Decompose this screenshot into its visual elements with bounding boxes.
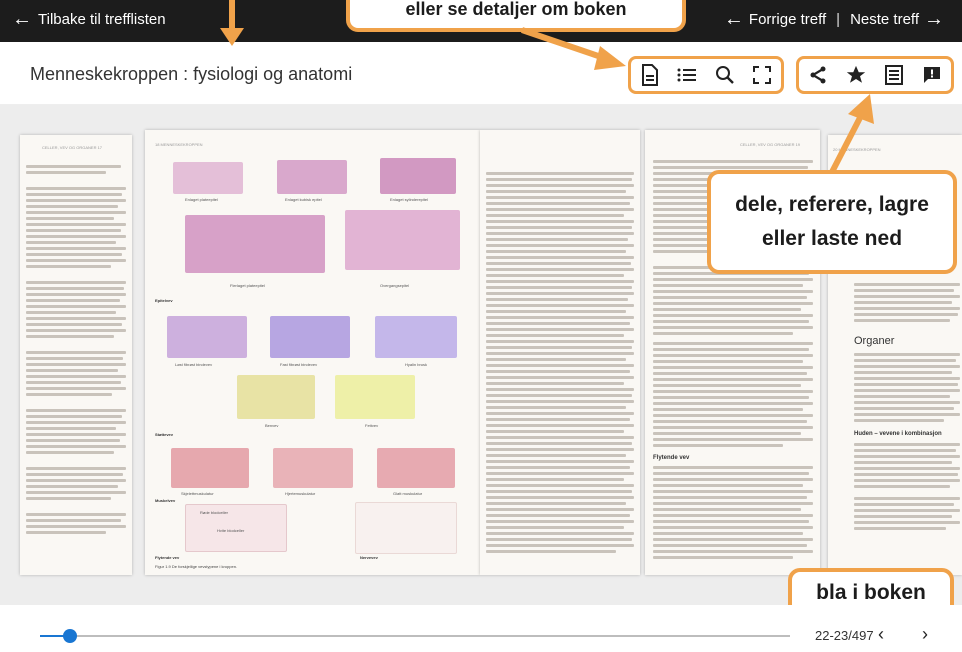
- callout-actions: dele, referere, lagre eller laste ned: [707, 170, 957, 274]
- star-icon[interactable]: [844, 63, 868, 87]
- hit-navigation: ← Forrige treff | Neste treff →: [723, 8, 944, 30]
- page-indicator: 22-23/497: [815, 628, 874, 643]
- next-hit-label: Neste treff: [850, 11, 919, 28]
- page-header: CELLER, VEV OG ORGANER 17: [42, 145, 103, 150]
- callout-details: eller se detaljer om boken: [346, 0, 686, 32]
- prev-hit-label: Forrige treff: [748, 11, 827, 28]
- document-icon[interactable]: [638, 63, 662, 87]
- page-subheading: Flytende vev: [653, 455, 690, 461]
- share-icon[interactable]: [806, 63, 830, 87]
- title-bar: Menneskekroppen : fysiologi og anatomi: [0, 42, 962, 105]
- page-header: 18 MENNESKEKROPPEN: [155, 142, 203, 147]
- back-to-results-link[interactable]: ← Tilbake til trefflisten: [12, 8, 166, 30]
- cite-icon[interactable]: [882, 63, 906, 87]
- feedback-icon[interactable]: [920, 63, 944, 87]
- book-title: Menneskekroppen : fysiologi og anatomi: [30, 64, 353, 84]
- page-section-heading: Organer: [854, 335, 895, 347]
- book-page-middle: [480, 130, 640, 575]
- arrow-left-icon: ←: [723, 8, 744, 30]
- callout-actions-text: dele, referere, lagre eller laste ned: [735, 193, 929, 250]
- list-icon[interactable]: [675, 63, 699, 87]
- back-to-results-label: Tilbake til trefflisten: [38, 11, 166, 28]
- nav-separator: |: [836, 11, 841, 28]
- callout-arrow-actions: [829, 94, 874, 174]
- fullscreen-icon[interactable]: [750, 63, 774, 87]
- callout-arrow-title: [220, 0, 244, 46]
- chevron-left-icon[interactable]: ‹: [878, 624, 884, 645]
- view-toolbar: [628, 56, 784, 94]
- page-navigation-bar: 22-23/497 ‹ ›: [0, 605, 962, 652]
- book-page-prev: CELLER, VEV OG ORGANER 17: [20, 135, 132, 575]
- callout-arrow-toolbar: [521, 27, 626, 70]
- page-slider-thumb[interactable]: [63, 629, 77, 643]
- action-toolbar: [796, 56, 954, 94]
- arrow-left-icon: ←: [12, 8, 32, 30]
- prev-hit-button[interactable]: ← Forrige treff: [723, 8, 827, 30]
- book-page-left: 18 MENNESKEKROPPEN Enlaget plateepitel E…: [145, 130, 480, 575]
- search-icon[interactable]: [713, 63, 737, 87]
- next-hit-button[interactable]: Neste treff →: [850, 8, 944, 30]
- page-subheading: Huden – vevene i kombinasjon: [854, 431, 942, 437]
- chevron-right-icon[interactable]: ›: [922, 624, 928, 645]
- callout-browse-text: bla i boken: [816, 581, 926, 604]
- page-slider-track[interactable]: [70, 635, 790, 637]
- page-header: CELLER, VEV OG ORGANER 19: [740, 142, 801, 147]
- arrow-right-icon: →: [924, 8, 944, 30]
